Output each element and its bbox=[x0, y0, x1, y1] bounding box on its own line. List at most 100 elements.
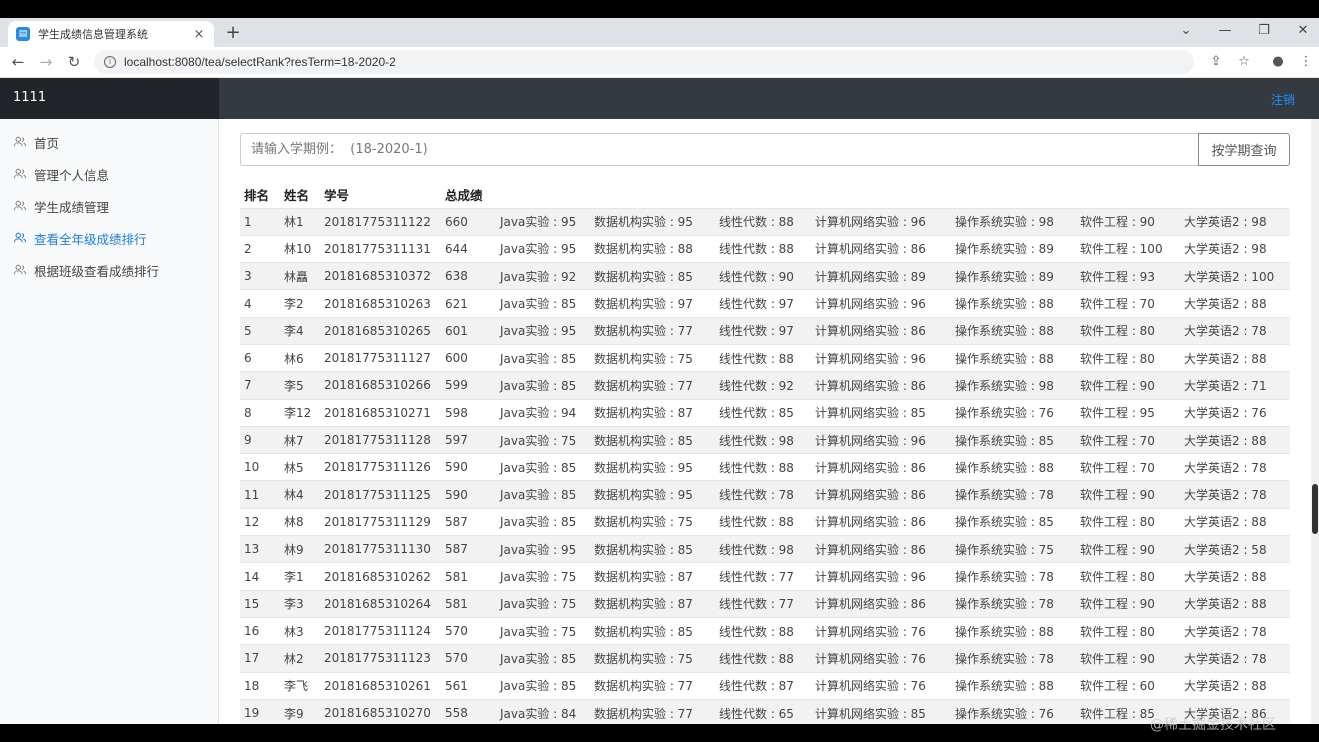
table-cell: 数据机构实验 : 77 bbox=[594, 679, 693, 694]
table-cell: 20181685310264 bbox=[324, 596, 431, 611]
table-cell: 软件工程 : 60 bbox=[1080, 679, 1155, 694]
table-cell: 林2 bbox=[284, 651, 304, 666]
table-cell: 操作系统实验 : 98 bbox=[955, 378, 1054, 393]
table-cell: Java实验 : 75 bbox=[500, 433, 577, 448]
table-cell: 大学英语2 : 88 bbox=[1184, 570, 1267, 584]
sidebar-item-personal-info[interactable]: 管理个人信息 bbox=[13, 164, 109, 184]
table-cell: 操作系统实验 : 88 bbox=[955, 351, 1054, 366]
table-cell: 软件工程 : 70 bbox=[1080, 297, 1155, 312]
table-cell: 线性代数 : 98 bbox=[719, 542, 794, 557]
bookmark-star-icon[interactable]: ☆ bbox=[1234, 52, 1254, 72]
table-header-row: 排名 姓名 学号 总成绩 bbox=[240, 181, 1290, 208]
table-cell: 林1 bbox=[284, 215, 304, 230]
back-button[interactable]: ← bbox=[8, 52, 28, 72]
info-icon[interactable]: i bbox=[104, 56, 116, 68]
table-cell: Java实验 : 85 bbox=[500, 297, 577, 312]
table-cell: 20181685310271 bbox=[324, 405, 431, 420]
column-header: 排名 bbox=[244, 187, 270, 203]
sidebar-item-class-ranking[interactable]: 根据班级查看成绩排行 bbox=[13, 260, 159, 280]
table-row: 17 林2 20181775311123 570 Java实验 : 85 数据机构实验 :… bbox=[240, 644, 1290, 673]
table-cell: 20181775311130 bbox=[324, 542, 431, 557]
table-cell: Java实验 : 75 bbox=[500, 597, 577, 612]
brand-name[interactable]: 1111 bbox=[13, 90, 46, 105]
table-cell: 线性代数 : 88 bbox=[719, 651, 794, 666]
table-cell: 软件工程 : 70 bbox=[1080, 433, 1155, 448]
logout-link[interactable]: 注销 bbox=[1271, 91, 1295, 108]
table-cell: 数据机构实验 : 77 bbox=[594, 706, 693, 721]
restore-button[interactable]: ❐ bbox=[1254, 21, 1274, 41]
table-row: 2 林10 20181775311131 644 Java实验 : 95 数据机构实验 :… bbox=[240, 235, 1290, 262]
column-header: 姓名 bbox=[284, 187, 310, 203]
table-cell: 644 bbox=[445, 241, 468, 256]
table-cell: 20181775311131 bbox=[324, 241, 431, 256]
table-cell: 计算机网络实验 : 86 bbox=[815, 515, 926, 530]
table-cell: 4 bbox=[244, 296, 252, 311]
sidebar-item-home[interactable]: 首页 bbox=[13, 132, 59, 152]
table-cell: 数据机构实验 : 87 bbox=[594, 406, 693, 421]
users-icon bbox=[13, 136, 27, 147]
table-row: 9 林7 20181775311128 597 Java实验 : 75 数据机构实验 : … bbox=[240, 426, 1290, 454]
forward-button[interactable]: → bbox=[36, 52, 56, 72]
table-cell: 20181685310266 bbox=[324, 378, 431, 393]
table-cell: 17 bbox=[244, 651, 260, 666]
window-close-button[interactable]: ✕ bbox=[1293, 21, 1313, 41]
table-cell: 林3 bbox=[284, 624, 304, 639]
browser-menu-icon[interactable]: ⋮ bbox=[1296, 52, 1316, 72]
table-row: 15 李3 20181685310264 581 Java实验 : 75 数据机构实验 :… bbox=[240, 590, 1290, 618]
column-header: 总成绩 bbox=[445, 187, 483, 203]
page-scrollbar[interactable] bbox=[1311, 119, 1319, 724]
sidebar-item-grade-ranking[interactable]: 查看全年级成绩排行 bbox=[13, 228, 147, 248]
reload-button[interactable]: ↻ bbox=[64, 52, 84, 72]
table-cell: Java实验 : 85 bbox=[500, 515, 577, 530]
table-cell: 20181685310261 bbox=[324, 678, 431, 693]
table-row: 19 李9 20181685310270 558 Java实验 : 84 数据机构实验 :… bbox=[240, 699, 1290, 724]
table-row: 3 林矗 20181685310372 638 Java实验 : 92 数据机构实验 : … bbox=[240, 262, 1290, 290]
table-cell: 20181775311122 bbox=[324, 214, 431, 229]
table-cell: 线性代数 : 90 bbox=[719, 269, 794, 284]
sidebar-item-grade-management[interactable]: 学生成绩管理 bbox=[13, 196, 109, 216]
table-cell: 大学英语2 : 78 bbox=[1184, 488, 1267, 503]
minimize-button[interactable]: — bbox=[1215, 21, 1235, 41]
table-cell: 软件工程 : 70 bbox=[1080, 460, 1155, 475]
new-tab-button[interactable]: + bbox=[224, 22, 242, 43]
table-cell: 操作系统实验 : 88 bbox=[955, 624, 1054, 639]
scrollbar-thumb[interactable] bbox=[1312, 484, 1318, 534]
table-cell: 大学英语2 : 78 bbox=[1184, 460, 1267, 475]
table-cell: 线性代数 : 87 bbox=[719, 679, 794, 694]
table-row: 1 林1 20181775311122 660 Java实验 : 95 数据机构实验 : … bbox=[240, 208, 1290, 236]
sidebar-item-label: 学生成绩管理 bbox=[34, 199, 110, 215]
browser-tab[interactable]: ▤ 学生成绩信息管理系统 × bbox=[8, 21, 214, 47]
table-cell: 大学英语2 : 76 bbox=[1184, 406, 1267, 421]
users-icon bbox=[13, 264, 27, 275]
table-row: 6 林6 20181775311127 600 Java实验 : 85 数据机构实验 : … bbox=[240, 344, 1290, 371]
tab-title: 学生成绩信息管理系统 bbox=[38, 28, 148, 41]
table-cell: 2 bbox=[244, 241, 252, 256]
table-cell: 计算机网络实验 : 76 bbox=[815, 624, 926, 639]
address-bar[interactable]: i localhost:8080/tea/selectRank?resTerm=… bbox=[94, 50, 1194, 74]
table-cell: 线性代数 : 97 bbox=[719, 297, 794, 312]
table-cell: 软件工程 : 100 bbox=[1080, 242, 1163, 257]
table-cell: 软件工程 : 80 bbox=[1080, 624, 1155, 639]
table-cell: 660 bbox=[445, 214, 468, 229]
profile-icon[interactable]: ● bbox=[1268, 52, 1288, 72]
column-header: 学号 bbox=[324, 187, 350, 203]
table-cell: 李9 bbox=[284, 706, 304, 721]
table-cell: 线性代数 : 88 bbox=[719, 460, 794, 475]
chevron-down-icon[interactable]: ⌄ bbox=[1176, 21, 1196, 41]
table-cell: 线性代数 : 65 bbox=[719, 706, 794, 721]
browser-tabstrip: ▤ 学生成绩信息管理系统 × + ⌄ — ❐ ✕ bbox=[0, 18, 1319, 47]
table-cell: 软件工程 : 95 bbox=[1080, 406, 1155, 421]
table-cell: 1 bbox=[244, 214, 252, 229]
table-cell: 计算机网络实验 : 96 bbox=[815, 570, 926, 584]
table-cell: 线性代数 : 88 bbox=[719, 215, 794, 230]
table-cell: 大学英语2 : 88 bbox=[1184, 433, 1267, 448]
url-text[interactable]: localhost:8080/tea/selectRank?resTerm=18… bbox=[124, 55, 396, 69]
table-cell: 李飞 bbox=[284, 679, 309, 694]
table-cell: 软件工程 : 90 bbox=[1080, 542, 1155, 557]
search-by-term-button[interactable]: 按学期查询 bbox=[1198, 133, 1290, 166]
share-icon[interactable]: ⇪ bbox=[1206, 52, 1226, 72]
close-tab-icon[interactable]: × bbox=[192, 27, 206, 42]
term-search-input[interactable] bbox=[240, 133, 1200, 166]
table-cell: 大学英语2 : 88 bbox=[1184, 679, 1267, 694]
table-cell: 软件工程 : 80 bbox=[1080, 351, 1155, 366]
